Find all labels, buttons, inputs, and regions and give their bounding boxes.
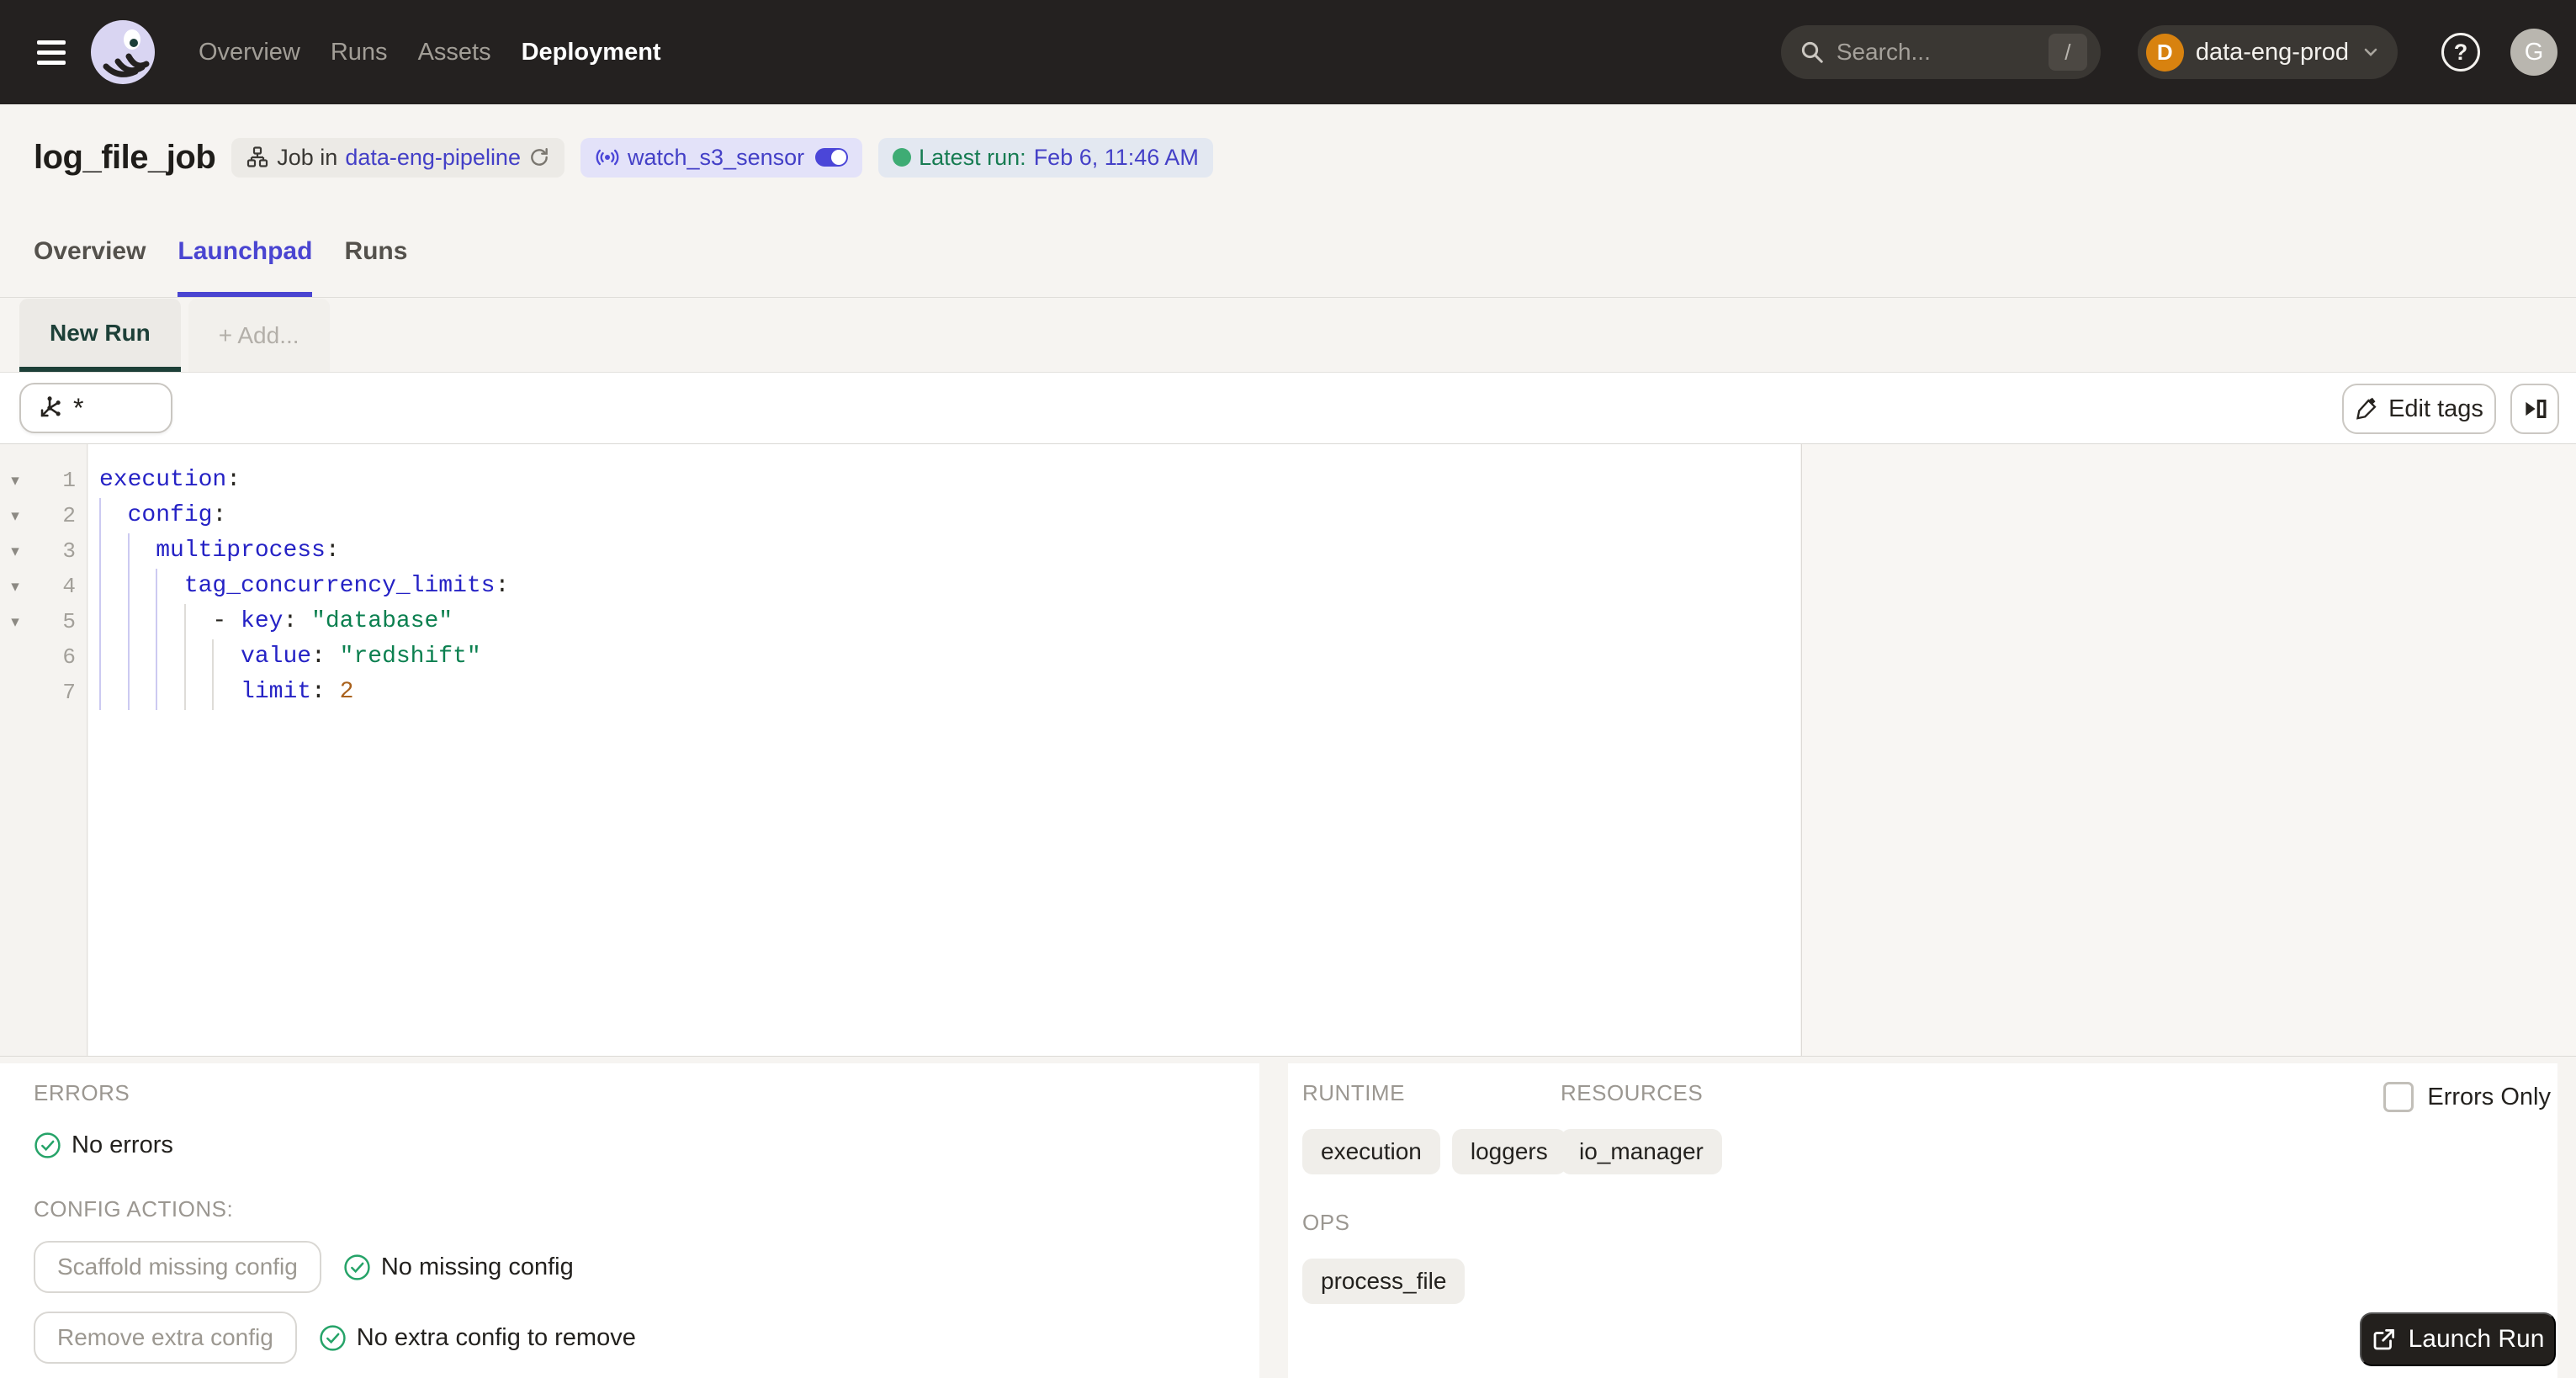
- nav-item-deployment[interactable]: Deployment: [522, 39, 661, 66]
- errors-heading: ERRORS: [34, 1080, 130, 1105]
- edit-tags-label: Edit tags: [2388, 395, 2483, 422]
- op-chip-process-file[interactable]: process_file: [1302, 1259, 1466, 1304]
- latest-run-tag: Latest run: Feb 6, 11:46 AM: [878, 137, 1213, 178]
- search-shortcut-badge: /: [2048, 34, 2087, 71]
- primary-nav: Overview Runs Assets Deployment: [199, 39, 661, 66]
- run-preview-panel: RUNTIME execution loggers RESOURCES io_m…: [1288, 1063, 2557, 1378]
- no-errors-text: No errors: [72, 1132, 173, 1158]
- no-extra-config-status: No extra config to remove: [319, 1324, 636, 1352]
- nav-item-assets[interactable]: Assets: [418, 39, 491, 66]
- page-title: log_file_job: [34, 138, 216, 176]
- resource-chip-io-manager[interactable]: io_manager: [1561, 1129, 1722, 1174]
- code-lines[interactable]: execution: config: multiprocess: tag_con…: [88, 444, 1800, 1056]
- scaffold-missing-config-button[interactable]: Scaffold missing config: [34, 1241, 321, 1293]
- remove-extra-config-button[interactable]: Remove extra config: [34, 1312, 297, 1364]
- nav-item-overview[interactable]: Overview: [199, 39, 300, 66]
- check-circle-icon: [34, 1132, 61, 1158]
- no-extra-config-text: No extra config to remove: [356, 1323, 636, 1351]
- deployment-name: data-eng-prod: [2195, 38, 2349, 66]
- launchpad-page: Overview Runs Assets Deployment / D data…: [0, 0, 2576, 1378]
- edit-tags-button[interactable]: Edit tags: [2342, 384, 2496, 434]
- launch-run-button[interactable]: Launch Run: [2360, 1312, 2556, 1366]
- job-tabs: Overview Launchpad Runs: [0, 210, 2576, 298]
- op-graph-icon: [40, 396, 61, 417]
- help-icon[interactable]: ?: [2441, 33, 2480, 72]
- check-circle-icon: [320, 1324, 346, 1351]
- tab-runs[interactable]: Runs: [344, 210, 407, 297]
- editor-gutter[interactable]: ▾ 1 ▾ 2 ▾ 3 ▾ 4 ▾ 5 6 7: [0, 444, 87, 1056]
- navbar-right: / D data-eng-prod ? G: [1780, 25, 2557, 79]
- split-panel-icon: [2526, 400, 2547, 418]
- launchpad-toolbar: * Edit tags: [0, 372, 2576, 444]
- open-panel-button[interactable]: [2510, 384, 2559, 434]
- job-header: log_file_job Job in data-eng-pipeline wa…: [0, 104, 2576, 210]
- sensor-icon: [596, 149, 619, 166]
- scaffold-action-row: Scaffold missing config No missing confi…: [34, 1241, 1259, 1293]
- runtime-heading: RUNTIME: [1302, 1080, 1405, 1105]
- sensor-toggle[interactable]: [815, 148, 849, 167]
- errors-only-control[interactable]: Errors Only: [2383, 1082, 2551, 1112]
- ops-heading: OPS: [1302, 1210, 1350, 1235]
- launch-icon: [2373, 1329, 2394, 1350]
- search-input[interactable]: [1836, 39, 2030, 66]
- dagster-logo-icon: [91, 20, 155, 84]
- op-selector-input[interactable]: *: [19, 383, 172, 433]
- config-editor: ▾ 1 ▾ 2 ▾ 3 ▾ 4 ▾ 5 6 7 execution: config: multipro…: [0, 444, 2576, 1057]
- tab-launchpad[interactable]: Launchpad: [178, 210, 313, 297]
- preview-panel: [1801, 444, 2576, 1056]
- repo-link[interactable]: data-eng-pipeline: [345, 145, 521, 171]
- nav-item-runs[interactable]: Runs: [331, 39, 388, 66]
- errors-only-label: Errors Only: [2427, 1083, 2551, 1110]
- errors-only-checkbox[interactable]: [2383, 1082, 2414, 1112]
- hamburger-menu-icon[interactable]: [37, 35, 66, 69]
- no-missing-config-text: No missing config: [380, 1253, 574, 1280]
- runtime-chip-loggers[interactable]: loggers: [1451, 1129, 1566, 1174]
- runtime-chip-execution[interactable]: execution: [1302, 1129, 1440, 1174]
- user-avatar[interactable]: G: [2510, 29, 2557, 76]
- job-location-tag: Job in data-eng-pipeline: [231, 137, 564, 178]
- config-actions-heading: CONFIG ACTIONS:: [34, 1196, 234, 1222]
- deployment-switcher[interactable]: D data-eng-prod: [2137, 25, 2398, 79]
- no-errors-status: No errors: [34, 1132, 1259, 1159]
- deployment-avatar: D: [2145, 33, 2184, 72]
- chevron-down-icon: [2364, 48, 2377, 56]
- latest-run-label: Latest run:: [919, 144, 1026, 170]
- job-tag-prefix: Job in: [277, 144, 338, 170]
- config-tab-new-run[interactable]: New Run: [19, 299, 181, 372]
- pencil-icon: [2356, 397, 2377, 420]
- sensor-tag: watch_s3_sensor: [580, 137, 863, 178]
- job-graph-icon: [247, 146, 268, 167]
- no-missing-config-status: No missing config: [343, 1253, 574, 1281]
- op-selector-value: *: [73, 392, 84, 423]
- remove-action-row: Remove extra config No extra config to r…: [34, 1312, 1259, 1364]
- sensor-link[interactable]: watch_s3_sensor: [628, 145, 804, 171]
- search-box[interactable]: /: [1780, 25, 2101, 79]
- latest-run-link[interactable]: Feb 6, 11:46 AM: [1034, 145, 1199, 171]
- run-status-dot: [893, 148, 912, 167]
- help-glyph: ?: [2453, 39, 2468, 65]
- toggle-knob: [831, 150, 847, 165]
- top-navbar: Overview Runs Assets Deployment / D data…: [0, 0, 2576, 104]
- resources-heading: RESOURCES: [1561, 1080, 1704, 1105]
- launch-run-label: Launch Run: [2408, 1325, 2545, 1353]
- tab-overview[interactable]: Overview: [34, 210, 146, 297]
- search-icon: [1801, 41, 1823, 63]
- check-circle-icon: [344, 1253, 370, 1280]
- errors-panel: ERRORS No errors CONFIG ACTIONS: Scaffol…: [0, 1063, 1259, 1378]
- launchpad-config-tabs: New Run + Add...: [19, 299, 330, 372]
- refresh-icon[interactable]: [528, 146, 550, 168]
- config-tab-add[interactable]: + Add...: [188, 299, 330, 372]
